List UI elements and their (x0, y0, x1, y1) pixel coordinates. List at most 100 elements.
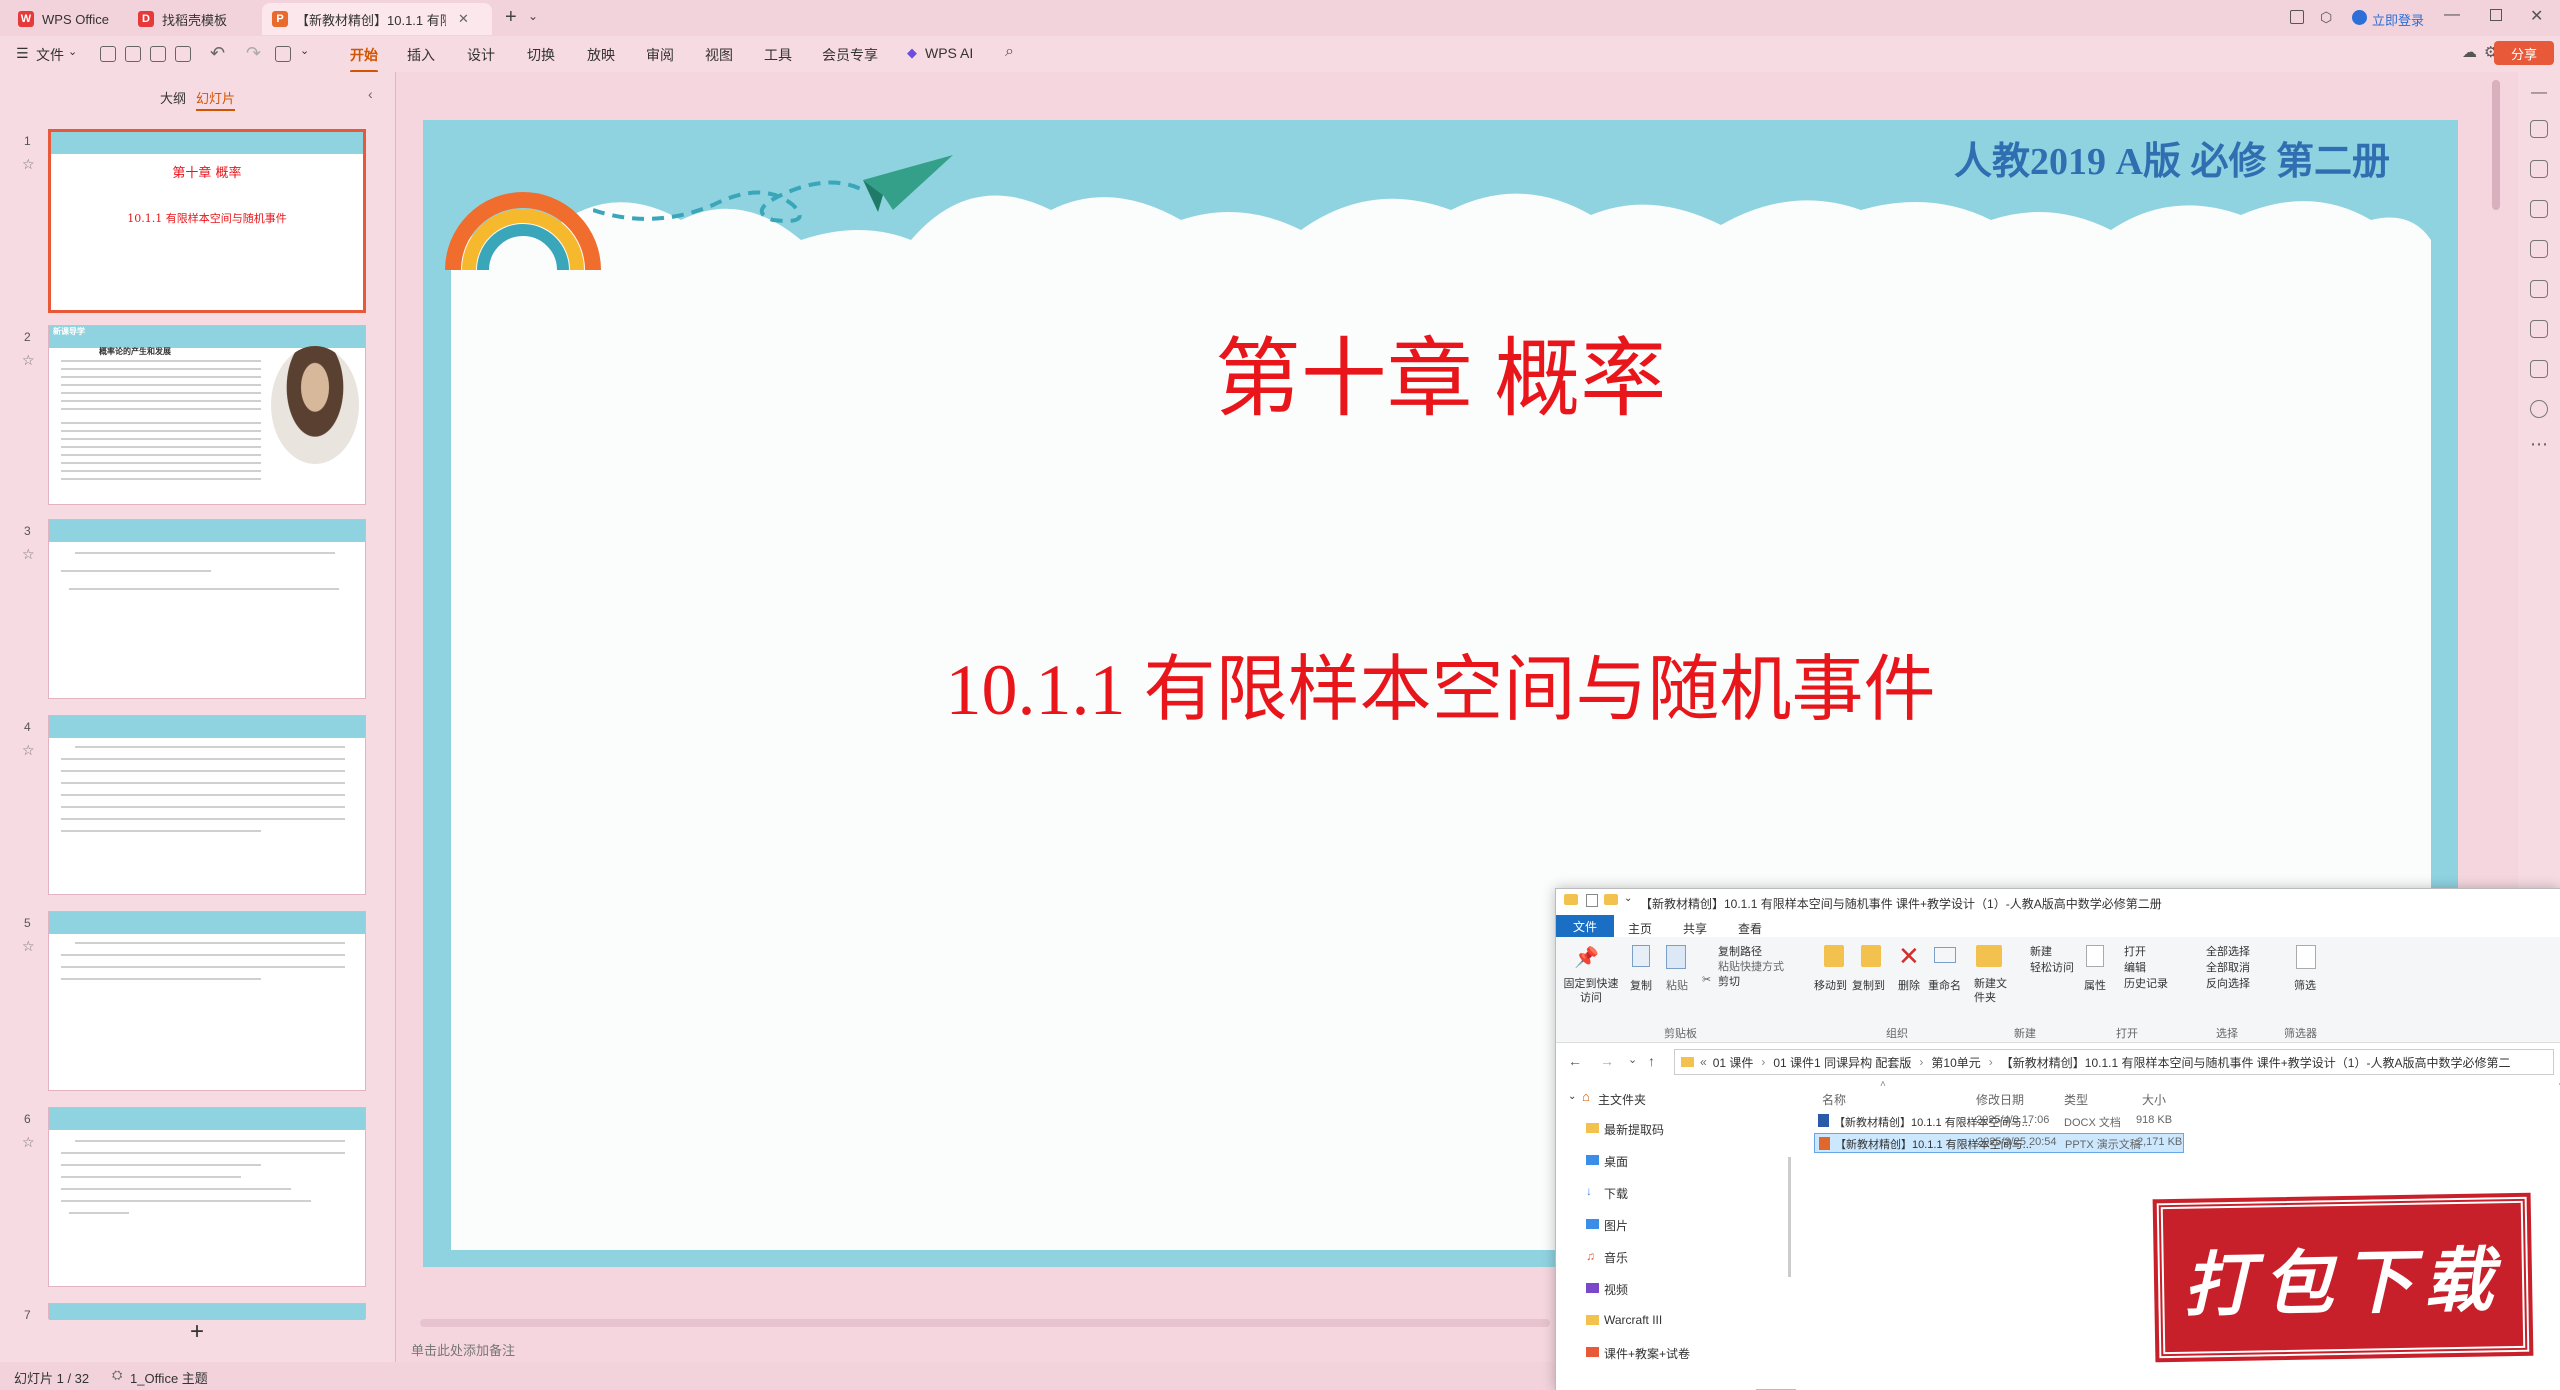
star-icon[interactable]: ☆ (22, 352, 35, 369)
minus-icon[interactable]: — (2531, 84, 2547, 102)
close-icon[interactable]: ✕ (458, 11, 469, 27)
theme-name[interactable]: 1_Office 主题 (130, 1368, 208, 1387)
chevron-down-icon[interactable]: ⌄ (1568, 1091, 1576, 1102)
share-button[interactable]: 分享 (2494, 41, 2554, 65)
new-folder-button[interactable]: 新建文件夹 (1974, 977, 2010, 1005)
move-to-button[interactable]: 移动到 (1814, 977, 1847, 993)
table-row-selected[interactable]: 【新教材精创】10.1.1 有限样本空间与... 2025/3/25 20:54… (1814, 1133, 2184, 1153)
column-name[interactable]: 名称 (1822, 1091, 1846, 1108)
slide-chapter-title[interactable]: 第十章 概率 (423, 308, 2458, 433)
slide-thumb-7[interactable] (48, 1303, 366, 1328)
tab-view[interactable]: 查看 (1738, 920, 1762, 937)
shape-icon[interactable] (2530, 280, 2548, 298)
new-folder-icon[interactable] (1604, 894, 1618, 905)
nav-item-desktop[interactable]: 桌面 (1604, 1153, 1628, 1170)
properties-icon[interactable] (1586, 894, 1598, 907)
menu-design[interactable]: 设计 (467, 45, 495, 65)
open-icon[interactable] (125, 46, 141, 62)
book-icon[interactable] (2530, 360, 2548, 378)
tab-wps-office[interactable]: W WPS Office (8, 3, 123, 35)
menu-slideshow[interactable]: 放映 (587, 45, 615, 65)
copy-icon[interactable] (2530, 200, 2548, 218)
copy-button[interactable]: 复制 (1630, 977, 1652, 993)
column-size[interactable]: 大小 (2142, 1091, 2166, 1108)
properties-button[interactable]: 属性 (2084, 977, 2106, 993)
magic-icon[interactable] (2530, 240, 2548, 258)
star-icon[interactable] (2530, 160, 2548, 178)
slide-thumb-5[interactable] (48, 911, 366, 1091)
menu-insert[interactable]: 插入 (407, 45, 435, 65)
up-icon[interactable]: ↑ (1648, 1053, 1655, 1069)
chevron-down-icon[interactable]: ⌄ (68, 45, 77, 58)
tab-docer[interactable]: D 找稻壳模板 (128, 3, 258, 35)
nav-item-latest-code[interactable]: 最新提取码 (1604, 1121, 1664, 1138)
help-icon[interactable] (2530, 400, 2548, 418)
redo-icon[interactable]: ↷ (246, 43, 261, 64)
slide-thumb-1[interactable]: 第十章 概率 10.1.1 有限样本空间与随机事件 (48, 129, 366, 313)
open-button[interactable]: 打开 (2124, 943, 2146, 959)
pin-button[interactable]: 固定到快速访问 (1560, 977, 1622, 1005)
search-icon[interactable]: ⌕ (1005, 43, 1014, 61)
rename-button[interactable]: 重命名 (1928, 977, 1961, 993)
cloud-sync-icon[interactable]: ☁ (2462, 43, 2477, 61)
delete-button[interactable]: 删除 (1898, 977, 1920, 993)
restore-icon[interactable] (2490, 9, 2502, 21)
horizontal-scrollbar[interactable] (420, 1319, 1550, 1327)
animation-icon[interactable] (2530, 320, 2548, 338)
tab-current-ppt[interactable]: P 【新教材精创】10.1.1 有限样 ✕ (262, 3, 492, 35)
star-icon[interactable]: ☆ (22, 742, 35, 759)
back-icon[interactable]: ← (1568, 1053, 1582, 1069)
nav-scrollbar[interactable] (1788, 1157, 1791, 1277)
undo-icon[interactable]: ↶ (210, 43, 225, 64)
breadcrumb-4[interactable]: 【新教材精创】10.1.1 有限样本空间与随机事件 课件+教学设计（1）-人教A… (2001, 1054, 2511, 1071)
copy-path-button[interactable]: 复制路径 (1718, 943, 1762, 959)
column-date[interactable]: 修改日期 (1976, 1091, 2024, 1108)
chevron-down-icon[interactable]: ⌄ (300, 44, 309, 57)
window-layout-icon[interactable] (2290, 10, 2304, 24)
nav-item-videos[interactable]: 视频 (1604, 1281, 1628, 1298)
collapse-panel-icon[interactable]: ‹ (368, 86, 373, 102)
filter-button[interactable]: 筛选 (2294, 977, 2316, 993)
format-painter-icon[interactable] (275, 46, 291, 62)
breadcrumb-1[interactable]: 01 课件 (1713, 1054, 1754, 1071)
chevron-down-icon[interactable]: ⌄ (528, 9, 538, 23)
new-doc-icon[interactable] (100, 46, 116, 62)
slide-thumb-4[interactable] (48, 715, 366, 895)
file-menu[interactable]: 文件 (36, 45, 64, 65)
menu-view[interactable]: 视图 (705, 45, 733, 65)
copy-to-button[interactable]: 复制到 (1852, 977, 1885, 993)
new-item-button[interactable]: 新建 (2030, 943, 2052, 959)
nav-item-warcraft[interactable]: Warcraft III (1604, 1313, 1662, 1327)
star-icon[interactable]: ☆ (22, 156, 35, 173)
hamburger-icon[interactable]: ☰ (16, 45, 29, 62)
tab-home[interactable]: 主页 (1628, 920, 1652, 937)
nav-item-downloads[interactable]: 下载 (1604, 1185, 1628, 1202)
nav-item-pictures[interactable]: 图片 (1604, 1217, 1628, 1234)
easy-access-button[interactable]: 轻松访问 (2030, 959, 2074, 975)
select-all-button[interactable]: 全部选择 (2206, 943, 2250, 959)
cut-button[interactable]: 剪切 (1718, 973, 1740, 989)
menu-tools[interactable]: 工具 (764, 45, 792, 65)
tab-outline[interactable]: 大纲 (160, 88, 186, 107)
chevron-down-icon[interactable]: ⌄ (1624, 893, 1632, 904)
nav-item-home[interactable]: 主文件夹 (1598, 1091, 1646, 1108)
slide-thumb-2[interactable]: 新课导学 概率论的产生和发展 (48, 325, 366, 505)
forward-icon[interactable]: → (1600, 1053, 1614, 1069)
vertical-scrollbar[interactable] (2492, 80, 2500, 210)
select-none-button[interactable]: 全部取消 (2206, 959, 2250, 975)
slide-thumb-3[interactable] (48, 519, 366, 699)
login-link[interactable]: 立即登录 (2372, 10, 2424, 29)
tab-slides[interactable]: 幻灯片 (196, 88, 236, 111)
nav-item-courseware[interactable]: 课件+教案+试卷 (1604, 1345, 1690, 1362)
slide-thumb-6[interactable] (48, 1107, 366, 1287)
column-type[interactable]: 类型 (2064, 1091, 2088, 1108)
cube-icon[interactable]: ⬡ (2320, 9, 2332, 26)
menu-transition[interactable]: 切换 (527, 45, 555, 65)
notes-placeholder[interactable]: 单击此处添加备注 (411, 1340, 515, 1359)
history-button[interactable]: 历史记录 (2124, 975, 2168, 991)
print-icon[interactable] (150, 46, 166, 62)
address-bar[interactable]: « 01 课件 › 01 课件1 同课异构 配套版 › 第10单元 › 【新教材精创】… (1674, 1049, 2554, 1075)
paste-shortcut-button[interactable]: 粘贴快捷方式 (1718, 958, 1784, 974)
star-icon[interactable]: ☆ (22, 938, 35, 955)
tab-share[interactable]: 共享 (1683, 920, 1707, 937)
